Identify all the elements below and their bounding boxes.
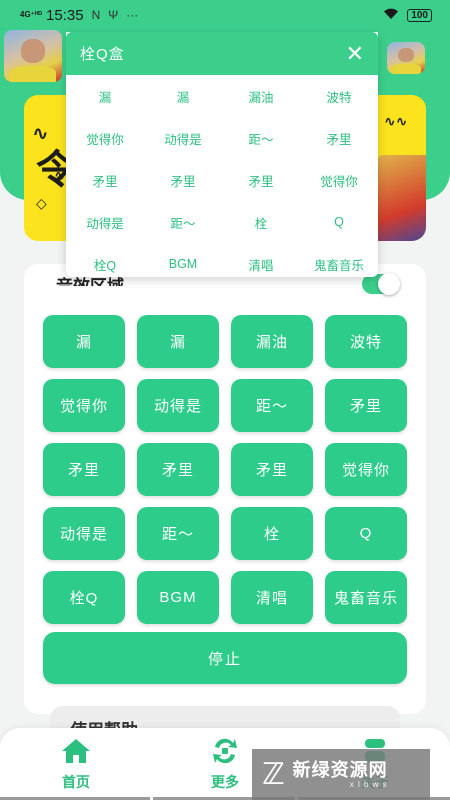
popup-item[interactable]: 清唱	[222, 243, 300, 277]
sound-button[interactable]: 鬼畜音乐	[325, 571, 407, 624]
watermark-text: 新绿资源网	[292, 760, 388, 780]
popup-item[interactable]: 矛里	[144, 159, 222, 201]
popup-header: 栓Q盒 ✕	[66, 32, 378, 75]
sound-button[interactable]: BGM	[137, 571, 219, 624]
popup-item[interactable]: BGM	[144, 243, 222, 277]
status-time: 15:35	[46, 6, 84, 24]
sound-popup: 栓Q盒 ✕ 漏 漏 漏油 波特 觉得你 动得是 距～ 矛里 矛里 矛里 矛里 觉…	[66, 32, 378, 277]
sound-button[interactable]: 栓Q	[43, 571, 125, 624]
sound-button[interactable]: 矛里	[137, 443, 219, 496]
close-icon[interactable]: ✕	[346, 42, 364, 64]
home-icon	[61, 736, 91, 766]
sound-grid: 漏 漏 漏油 波特 觉得你 动得是 距～ 矛里 矛里 矛里 矛里 觉得你 动得是…	[43, 315, 407, 624]
sound-button[interactable]: 动得是	[137, 379, 219, 432]
sound-button[interactable]: 清唱	[231, 571, 313, 624]
sound-button[interactable]: Q	[325, 507, 407, 560]
nav-home[interactable]: 首页	[36, 736, 116, 792]
signal-indicator: 4G⁺ᴴᴰ	[20, 10, 43, 19]
popup-item[interactable]: 矛里	[300, 117, 378, 159]
banner-diamond-icon: ◇	[36, 195, 47, 211]
status-bar: 4G⁺ᴴᴰ 15:35 N Ψ ··· 100	[0, 0, 450, 30]
sound-button[interactable]: 漏油	[231, 315, 313, 368]
popup-item[interactable]: 栓	[222, 201, 300, 243]
battery-indicator: 100	[407, 8, 432, 22]
sound-button[interactable]: 距～	[231, 379, 313, 432]
nav-more-label: 更多	[211, 774, 239, 790]
sound-button[interactable]: 动得是	[43, 507, 125, 560]
popup-item[interactable]: Q	[300, 201, 378, 243]
popup-item[interactable]: 矛里	[66, 159, 144, 201]
usb-icon: Ψ	[108, 8, 119, 22]
popup-item[interactable]: 漏	[144, 75, 222, 117]
popup-item[interactable]: 动得是	[144, 117, 222, 159]
sound-button[interactable]: 波特	[325, 315, 407, 368]
sound-button[interactable]: 栓	[231, 507, 313, 560]
popup-item[interactable]: 动得是	[66, 201, 144, 243]
avatar-small[interactable]	[387, 42, 425, 74]
popup-item[interactable]: 漏	[66, 75, 144, 117]
user-avatar[interactable]	[4, 30, 62, 82]
banner-photo	[376, 155, 426, 241]
nav-home-label: 首页	[62, 774, 90, 790]
popup-item[interactable]: 距～	[144, 201, 222, 243]
sound-button[interactable]: 觉得你	[325, 443, 407, 496]
popup-grid: 漏 漏 漏油 波特 觉得你 动得是 距～ 矛里 矛里 矛里 矛里 觉得你 动得是…	[66, 75, 378, 277]
more-dots-icon: ···	[126, 8, 139, 22]
watermark: ℤ 新绿资源网 x l b w s	[252, 749, 430, 800]
sound-toggle[interactable]	[362, 273, 400, 295]
popup-title: 栓Q盒	[80, 46, 125, 63]
nfc-icon: N	[91, 8, 101, 22]
popup-item[interactable]: 波特	[300, 75, 378, 117]
popup-item[interactable]: 栓Q	[66, 243, 144, 277]
popup-item[interactable]: 觉得你	[66, 117, 144, 159]
sound-button[interactable]: 漏	[43, 315, 125, 368]
sound-button[interactable]: 觉得你	[43, 379, 125, 432]
banner-squiggle: ∿∿	[384, 113, 408, 129]
sound-button[interactable]: 矛里	[325, 379, 407, 432]
sound-button[interactable]: 矛里	[43, 443, 125, 496]
popup-item[interactable]: 鬼畜音乐	[300, 243, 378, 277]
popup-item[interactable]: 漏油	[222, 75, 300, 117]
refresh-grid-icon	[210, 736, 240, 766]
sound-button[interactable]: 矛里	[231, 443, 313, 496]
stop-button[interactable]: 停止	[43, 632, 407, 684]
popup-item[interactable]: 距～	[222, 117, 300, 159]
sound-button[interactable]: 距～	[137, 507, 219, 560]
popup-item[interactable]: 矛里	[222, 159, 300, 201]
watermark-sub: x l b w s	[349, 780, 388, 789]
popup-item[interactable]: 觉得你	[300, 159, 378, 201]
sound-button[interactable]: 漏	[137, 315, 219, 368]
wifi-icon	[383, 7, 399, 23]
watermark-logo-icon: ℤ	[262, 758, 285, 791]
